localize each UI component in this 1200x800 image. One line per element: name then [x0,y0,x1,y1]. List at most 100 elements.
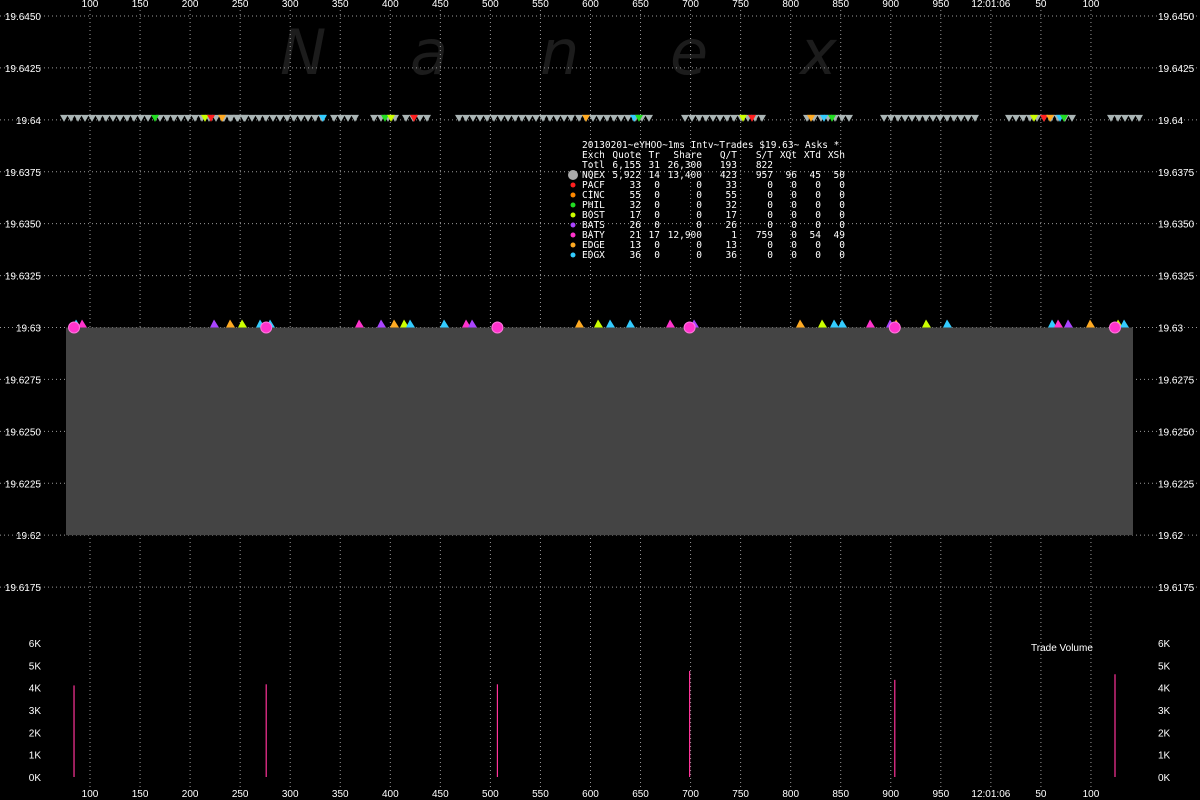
exchange-legend-marker [570,202,576,208]
x-tick-label: 550 [532,0,549,10]
x-tick-label: 100 [1083,0,1100,10]
volume-y-tick-left: 6K [29,639,42,650]
x-tick-label: 650 [632,789,649,800]
stats-cell: 36 [630,250,642,261]
trade-point [68,321,81,334]
y-tick-label-right: 19.6325 [1158,272,1195,283]
watermark-letter: x [798,16,838,89]
stats-cell: EDGX [582,250,605,261]
x-tick-label: 850 [832,789,849,800]
stats-header-cell: XTd [804,150,821,161]
x-tick-label: 900 [882,0,899,10]
stats-cell: 0 [815,250,821,261]
x-tick-label: 800 [782,0,799,10]
volume-y-tick-left: 4K [29,684,42,695]
bid-ask-band [66,327,1133,536]
volume-y-tick-right: 1K [1158,751,1171,762]
y-tick-label-right: 19.6275 [1158,375,1195,386]
y-tick-label-right: 19.64 [1158,116,1183,127]
y-tick-label-right: 19.6425 [1158,64,1195,75]
x-tick-label: 350 [332,0,349,10]
x-tick-label: 300 [282,789,299,800]
y-tick-label-left: 19.6425 [5,64,42,75]
x-tick-label: 12:01:06 [971,0,1010,10]
y-tick-label-left: 19.6175 [5,583,42,594]
y-tick-label-left: 19.6325 [5,272,42,283]
exchange-legend-marker [570,232,576,238]
x-tick-label: 400 [382,0,399,10]
x-tick-label: 350 [332,789,349,800]
stats-cell: 0 [767,250,773,261]
x-tick-label: 750 [732,0,749,10]
volume-y-tick-left: 2K [29,728,42,739]
x-tick-label: 550 [532,789,549,800]
trade-point [683,321,696,334]
exchange-legend-marker [570,182,576,188]
y-tick-label-left: 19.6250 [5,427,42,438]
trade-point [491,321,504,334]
volume-y-tick-right: 6K [1158,639,1171,650]
y-tick-label-left: 19.6375 [5,168,42,179]
volume-y-tick-left: 0K [29,773,42,784]
watermark-letter: e [670,16,708,89]
exchange-legend-marker [570,212,576,218]
y-tick-label-left: 19.6275 [5,375,42,386]
watermark-letter: a [410,16,448,89]
trade-point [260,321,273,334]
x-tick-label: 50 [1035,0,1047,10]
exchange-legend-marker [570,192,576,198]
x-tick-label: 150 [132,789,149,800]
x-tick-label: 50 [1035,789,1047,800]
x-tick-label: 400 [382,789,399,800]
x-tick-label: 250 [232,789,249,800]
x-tick-label: 450 [432,789,449,800]
x-tick-label: 150 [132,0,149,10]
x-tick-label: 950 [932,0,949,10]
volume-y-tick-right: 0K [1158,773,1171,784]
trade-point [1108,321,1121,334]
x-tick-label: 700 [682,0,699,10]
x-tick-label: 100 [82,0,99,10]
x-tick-label: 950 [932,789,949,800]
x-tick-label: 250 [232,0,249,10]
y-tick-label-left: 19.63 [16,324,41,335]
y-tick-label-right: 19.6225 [1158,479,1195,490]
stats-header-cell: XSh [828,150,845,161]
volume-y-tick-left: 5K [29,661,42,672]
y-tick-label-left: 19.62 [16,531,41,542]
x-tick-label: 600 [582,0,599,10]
y-tick-label-left: 19.6225 [5,479,42,490]
y-tick-label-left: 19.6350 [5,220,42,231]
volume-y-tick-right: 5K [1158,661,1171,672]
watermark-letter: N [280,16,326,89]
stats-cell: 0 [791,250,797,261]
x-tick-label: 500 [482,789,499,800]
watermark-letter: n [540,16,579,89]
x-tick-label: 600 [582,789,599,800]
x-tick-label: 700 [682,789,699,800]
volume-y-tick-right: 4K [1158,684,1171,695]
chart-canvas: Na n e x 100 100 150 150 200 200 250 250 300 300 350 3… [0,0,1200,800]
x-tick-label: 450 [432,0,449,10]
stats-cell: 0 [839,250,845,261]
trade-point [888,321,901,334]
bid-ask-band-rect [66,327,1133,536]
stats-cell: 36 [726,250,738,261]
x-tick-label: 800 [782,789,799,800]
x-tick-label: 12:01:06 [971,789,1010,800]
volume-title: Trade Volume [1031,643,1093,654]
x-tick-label: 850 [832,0,849,10]
exchange-legend-marker [568,170,578,180]
y-tick-label-left: 19.64 [16,116,41,127]
x-tick-label: 650 [632,0,649,10]
volume-y-tick-left: 3K [29,706,42,717]
volume-y-tick-right: 2K [1158,728,1171,739]
stats-cell: 0 [654,250,660,261]
y-tick-label-left: 19.6450 [5,12,42,23]
x-tick-label: 100 [1083,789,1100,800]
x-tick-label: 200 [182,0,199,10]
y-tick-label-right: 19.62 [1158,531,1183,542]
y-tick-label-right: 19.6250 [1158,427,1195,438]
stats-header-cell: XQt [780,150,797,161]
y-tick-label-right: 19.63 [1158,324,1183,335]
